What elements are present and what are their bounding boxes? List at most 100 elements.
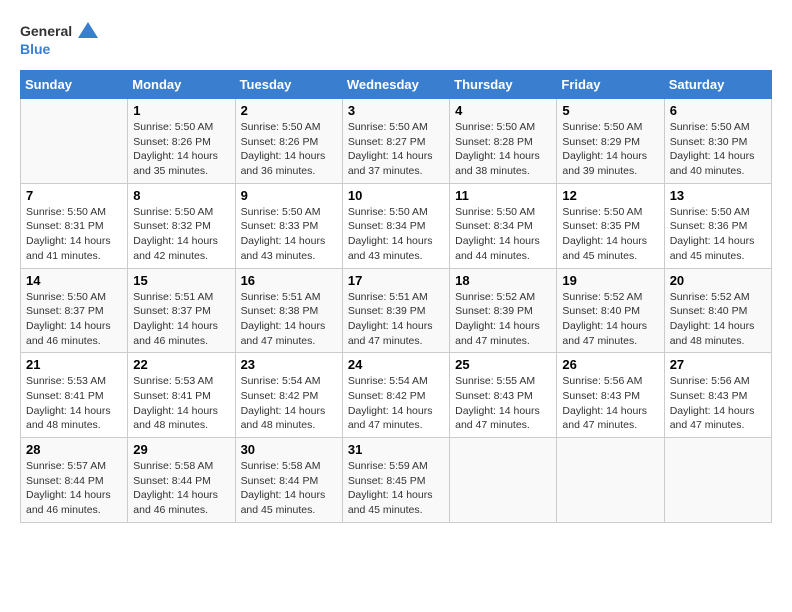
calendar-cell: 12 Sunrise: 5:50 AM Sunset: 8:35 PM Dayli…	[557, 183, 664, 268]
calendar-cell: 26Sunrise: 5:56 AM Sunset: 8:43 PM Dayli…	[557, 353, 664, 438]
calendar-cell: 10 Sunrise: 5:50 AM Sunset: 8:34 PM Dayli…	[342, 183, 449, 268]
day-info: Sunrise: 5:52 AM Sunset: 8:40 PM Dayligh…	[562, 290, 658, 349]
day-info: Sunrise: 5:52 AM Sunset: 8:40 PM Dayligh…	[670, 290, 766, 349]
day-info: Sunrise: 5:52 AM Sunset: 8:39 PM Dayligh…	[455, 290, 551, 349]
calendar-cell: 13 Sunrise: 5:50 AM Sunset: 8:36 PM Dayli…	[664, 183, 771, 268]
day-info: Sunrise: 5:50 AM Sunset: 8:27 PM Dayligh…	[348, 120, 444, 179]
day-number: 27	[670, 357, 766, 372]
calendar-cell: 7 Sunrise: 5:50 AM Sunset: 8:31 PM Daylig…	[21, 183, 128, 268]
calendar-week-row: 21 Sunrise: 5:53 AM Sunset: 8:41 PM Dayli…	[21, 353, 772, 438]
calendar-cell: 11 Sunrise: 5:50 AM Sunset: 8:34 PM Dayli…	[450, 183, 557, 268]
day-number: 5	[562, 103, 658, 118]
day-info: Sunrise: 5:58 AM Sunset: 8:44 PM Dayligh…	[133, 459, 229, 518]
calendar-week-row: 28 Sunrise: 5:57 AM Sunset: 8:44 PM Dayli…	[21, 438, 772, 523]
day-info: Sunrise: 5:50 AM Sunset: 8:36 PM Dayligh…	[670, 205, 766, 264]
weekday-header-saturday: Saturday	[664, 71, 771, 99]
day-number: 4	[455, 103, 551, 118]
calendar-cell: 5 Sunrise: 5:50 AM Sunset: 8:29 PM Daylig…	[557, 99, 664, 184]
day-info: Sunrise: 5:53 AM Sunset: 8:41 PM Dayligh…	[26, 374, 122, 433]
calendar-cell: 3 Sunrise: 5:50 AM Sunset: 8:27 PM Daylig…	[342, 99, 449, 184]
calendar-cell	[21, 99, 128, 184]
svg-text:General: General	[20, 23, 72, 39]
calendar-cell: 20 Sunrise: 5:52 AM Sunset: 8:40 PM Dayli…	[664, 268, 771, 353]
calendar-table: SundayMondayTuesdayWednesdayThursdayFrid…	[20, 70, 772, 523]
calendar-week-row: 1 Sunrise: 5:50 AM Sunset: 8:26 PM Daylig…	[21, 99, 772, 184]
day-info: Sunrise: 5:50 AM Sunset: 8:31 PM Dayligh…	[26, 205, 122, 264]
day-info: Sunrise: 5:51 AM Sunset: 8:39 PM Dayligh…	[348, 290, 444, 349]
day-info: Sunrise: 5:53 AM Sunset: 8:41 PM Dayligh…	[133, 374, 229, 433]
calendar-cell: 8 Sunrise: 5:50 AM Sunset: 8:32 PM Daylig…	[128, 183, 235, 268]
day-info: Sunrise: 5:51 AM Sunset: 8:37 PM Dayligh…	[133, 290, 229, 349]
calendar-cell: 27 Sunrise: 5:56 AM Sunset: 8:43 PM Dayli…	[664, 353, 771, 438]
day-number: 21	[26, 357, 122, 372]
calendar-cell: 14Sunrise: 5:50 AM Sunset: 8:37 PM Dayli…	[21, 268, 128, 353]
day-info: Sunrise: 5:58 AM Sunset: 8:44 PM Dayligh…	[241, 459, 337, 518]
day-number: 15	[133, 273, 229, 288]
day-info: Sunrise: 5:50 AM Sunset: 8:32 PM Dayligh…	[133, 205, 229, 264]
day-info: Sunrise: 5:54 AM Sunset: 8:42 PM Dayligh…	[241, 374, 337, 433]
day-number: 1	[133, 103, 229, 118]
calendar-cell	[450, 438, 557, 523]
weekday-header-sunday: Sunday	[21, 71, 128, 99]
calendar-cell: 19 Sunrise: 5:52 AM Sunset: 8:40 PM Dayli…	[557, 268, 664, 353]
day-number: 9	[241, 188, 337, 203]
weekday-header-tuesday: Tuesday	[235, 71, 342, 99]
day-info: Sunrise: 5:51 AM Sunset: 8:38 PM Dayligh…	[241, 290, 337, 349]
logo-svg: GeneralBlue	[20, 20, 100, 60]
calendar-cell: 23 Sunrise: 5:54 AM Sunset: 8:42 PM Dayli…	[235, 353, 342, 438]
calendar-cell	[664, 438, 771, 523]
day-info: Sunrise: 5:50 AM Sunset: 8:29 PM Dayligh…	[562, 120, 658, 179]
day-info: Sunrise: 5:50 AM Sunset: 8:35 PM Dayligh…	[562, 205, 658, 264]
logo: GeneralBlue	[20, 20, 100, 60]
day-number: 8	[133, 188, 229, 203]
day-number: 24	[348, 357, 444, 372]
day-info: Sunrise: 5:56 AM Sunset: 8:43 PM Dayligh…	[562, 374, 658, 433]
calendar-cell: 30 Sunrise: 5:58 AM Sunset: 8:44 PM Dayli…	[235, 438, 342, 523]
day-number: 2	[241, 103, 337, 118]
day-number: 18	[455, 273, 551, 288]
calendar-cell: 15 Sunrise: 5:51 AM Sunset: 8:37 PM Dayli…	[128, 268, 235, 353]
calendar-cell: 18 Sunrise: 5:52 AM Sunset: 8:39 PM Dayli…	[450, 268, 557, 353]
day-number: 3	[348, 103, 444, 118]
day-number: 30	[241, 442, 337, 457]
day-info: Sunrise: 5:56 AM Sunset: 8:43 PM Dayligh…	[670, 374, 766, 433]
day-info: Sunrise: 5:50 AM Sunset: 8:26 PM Dayligh…	[133, 120, 229, 179]
day-number: 14	[26, 273, 122, 288]
day-number: 13	[670, 188, 766, 203]
day-number: 23	[241, 357, 337, 372]
day-number: 10	[348, 188, 444, 203]
day-info: Sunrise: 5:50 AM Sunset: 8:34 PM Dayligh…	[455, 205, 551, 264]
day-number: 7	[26, 188, 122, 203]
header: GeneralBlue	[20, 20, 772, 60]
calendar-cell: 1 Sunrise: 5:50 AM Sunset: 8:26 PM Daylig…	[128, 99, 235, 184]
day-info: Sunrise: 5:54 AM Sunset: 8:42 PM Dayligh…	[348, 374, 444, 433]
day-info: Sunrise: 5:50 AM Sunset: 8:30 PM Dayligh…	[670, 120, 766, 179]
weekday-header-thursday: Thursday	[450, 71, 557, 99]
weekday-header-row: SundayMondayTuesdayWednesdayThursdayFrid…	[21, 71, 772, 99]
calendar-cell: 2 Sunrise: 5:50 AM Sunset: 8:26 PM Daylig…	[235, 99, 342, 184]
calendar-week-row: 7 Sunrise: 5:50 AM Sunset: 8:31 PM Daylig…	[21, 183, 772, 268]
day-number: 19	[562, 273, 658, 288]
day-number: 28	[26, 442, 122, 457]
day-number: 25	[455, 357, 551, 372]
calendar-cell: 24 Sunrise: 5:54 AM Sunset: 8:42 PM Dayli…	[342, 353, 449, 438]
day-info: Sunrise: 5:50 AM Sunset: 8:26 PM Dayligh…	[241, 120, 337, 179]
calendar-cell: 28 Sunrise: 5:57 AM Sunset: 8:44 PM Dayli…	[21, 438, 128, 523]
calendar-cell: 16Sunrise: 5:51 AM Sunset: 8:38 PM Dayli…	[235, 268, 342, 353]
day-info: Sunrise: 5:50 AM Sunset: 8:34 PM Dayligh…	[348, 205, 444, 264]
day-number: 12	[562, 188, 658, 203]
day-info: Sunrise: 5:50 AM Sunset: 8:28 PM Dayligh…	[455, 120, 551, 179]
calendar-cell: 4 Sunrise: 5:50 AM Sunset: 8:28 PM Daylig…	[450, 99, 557, 184]
day-number: 20	[670, 273, 766, 288]
weekday-header-friday: Friday	[557, 71, 664, 99]
day-number: 22	[133, 357, 229, 372]
day-info: Sunrise: 5:57 AM Sunset: 8:44 PM Dayligh…	[26, 459, 122, 518]
day-number: 31	[348, 442, 444, 457]
weekday-header-wednesday: Wednesday	[342, 71, 449, 99]
day-number: 11	[455, 188, 551, 203]
calendar-cell: 29Sunrise: 5:58 AM Sunset: 8:44 PM Dayli…	[128, 438, 235, 523]
calendar-cell: 9Sunrise: 5:50 AM Sunset: 8:33 PM Daylig…	[235, 183, 342, 268]
calendar-week-row: 14Sunrise: 5:50 AM Sunset: 8:37 PM Dayli…	[21, 268, 772, 353]
calendar-cell: 31Sunrise: 5:59 AM Sunset: 8:45 PM Dayli…	[342, 438, 449, 523]
calendar-cell: 22 Sunrise: 5:53 AM Sunset: 8:41 PM Dayli…	[128, 353, 235, 438]
